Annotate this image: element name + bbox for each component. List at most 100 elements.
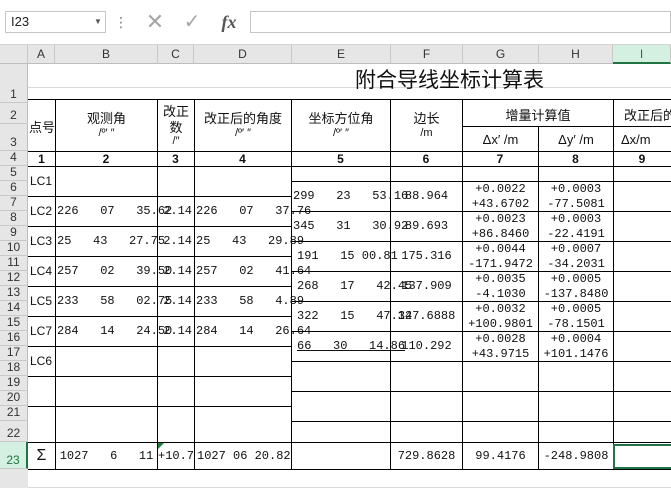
row-header-11[interactable]: 11 xyxy=(0,255,28,271)
column-header-e[interactable]: E xyxy=(292,45,391,64)
correction-cell[interactable]: 2.14 xyxy=(158,286,192,316)
azimuth-cell[interactable]: 322 15 47.34 xyxy=(297,301,412,331)
row-header-19[interactable]: 19 xyxy=(0,375,28,391)
select-all-corner[interactable] xyxy=(0,45,28,64)
enter-icon[interactable]: ✓ xyxy=(180,9,204,35)
sum-corrected-angle[interactable]: 1027 06 20.82 xyxy=(197,443,292,469)
azimuth-cell[interactable]: 345 31 30.92 xyxy=(293,211,408,241)
row-header-4[interactable]: 4 xyxy=(0,150,28,166)
row-header-22[interactable]: 22 xyxy=(0,421,28,442)
dy-value-cell[interactable]: -77.5081 xyxy=(539,196,613,211)
station-name[interactable]: LC2 xyxy=(30,196,55,226)
dx-value-cell[interactable]: -4.1030 xyxy=(463,286,538,301)
column-header-d[interactable]: D xyxy=(194,45,292,64)
side-length-cell[interactable]: 110.292 xyxy=(391,331,462,361)
correction-cell[interactable]: 2.14 xyxy=(158,196,192,226)
dx-correction-cell[interactable]: +0.0022 xyxy=(463,181,538,196)
selected-cell[interactable] xyxy=(613,444,671,469)
row-header-3[interactable]: 3 xyxy=(0,124,28,151)
row-header-23[interactable]: 23 xyxy=(0,442,28,469)
dy-correction-cell[interactable]: +0.0007 xyxy=(539,241,613,256)
side-length-cell[interactable]: 137.909 xyxy=(391,271,462,301)
dx-value-cell[interactable]: +86.8460 xyxy=(463,226,538,241)
corrected-angle-cell[interactable]: 284 14 26.64 xyxy=(196,316,311,346)
sum-dx[interactable]: 99.4176 xyxy=(463,443,538,469)
column-header-b[interactable]: B xyxy=(55,45,158,64)
corrected-angle-cell[interactable]: 25 43 29.89 xyxy=(196,226,304,256)
dy-correction-cell[interactable]: +0.0003 xyxy=(539,181,613,196)
corrected-angle-cell[interactable]: 257 02 41.64 xyxy=(196,256,311,286)
row-header-21[interactable]: 21 xyxy=(0,405,28,421)
side-length-cell[interactable]: 175.316 xyxy=(391,241,462,271)
dy-value-cell[interactable]: -137.8480 xyxy=(539,286,613,301)
row-header-16[interactable]: 16 xyxy=(0,330,28,346)
station-name[interactable]: LC4 xyxy=(30,256,55,286)
station-name[interactable]: LC5 xyxy=(30,286,55,316)
insert-function-icon[interactable]: fx xyxy=(216,9,242,35)
row-header-8[interactable]: 8 xyxy=(0,210,28,226)
row-header-7[interactable]: 7 xyxy=(0,195,28,211)
side-length-cell[interactable]: 88.964 xyxy=(391,181,462,211)
sum-obs-angle[interactable]: 1027 6 11 xyxy=(56,443,157,469)
sum-side-length[interactable]: 729.8628 xyxy=(391,443,462,469)
dy-value-cell[interactable]: +101.1476 xyxy=(539,346,613,361)
dy-value-cell[interactable]: -22.4191 xyxy=(539,226,613,241)
row-header-14[interactable]: 14 xyxy=(0,300,28,316)
sum-symbol[interactable]: Σ xyxy=(28,443,55,469)
station-name[interactable]: LC1 xyxy=(30,166,55,196)
azimuth-cell[interactable]: 66 30 14.86 xyxy=(297,331,405,361)
corrected-angle-cell[interactable]: 226 07 37.76 xyxy=(196,196,311,226)
row-header-9[interactable]: 9 xyxy=(0,225,28,241)
azimuth-cell[interactable]: 191 15 00.81 xyxy=(297,241,398,271)
dy-correction-cell[interactable]: +0.0005 xyxy=(539,271,613,286)
column-header-c[interactable]: C xyxy=(158,45,194,64)
formula-input[interactable] xyxy=(250,11,671,33)
column-header-f[interactable]: F xyxy=(391,45,463,64)
row-header-5[interactable]: 5 xyxy=(0,165,28,181)
obs-angle-cell[interactable]: 233 58 02.75 xyxy=(57,286,172,316)
dy-value-cell[interactable]: -34.2031 xyxy=(539,256,613,271)
dy-value-cell[interactable]: -78.1501 xyxy=(539,316,613,331)
dy-correction-cell[interactable]: +0.0003 xyxy=(539,211,613,226)
corrected-angle-cell[interactable]: 233 58 4.89 xyxy=(196,286,304,316)
obs-angle-cell[interactable]: 284 14 24.50 xyxy=(57,316,172,346)
obs-angle-cell[interactable]: 25 43 27.75 xyxy=(57,226,165,256)
dx-correction-cell[interactable]: +0.0035 xyxy=(463,271,538,286)
station-name[interactable]: LC3 xyxy=(30,226,55,256)
dx-correction-cell[interactable]: +0.0028 xyxy=(463,331,538,346)
sum-correction[interactable]: +10.7 xyxy=(158,443,198,469)
dx-value-cell[interactable]: +100.9801 xyxy=(463,316,538,331)
row-header-13[interactable]: 13 xyxy=(0,285,28,301)
row-header-12[interactable]: 12 xyxy=(0,270,28,286)
azimuth-cell[interactable]: 268 17 42.45 xyxy=(297,271,412,301)
row-header-18[interactable]: 18 xyxy=(0,360,28,376)
dy-correction-cell[interactable]: +0.0004 xyxy=(539,331,613,346)
correction-cell[interactable]: 2.14 xyxy=(158,256,192,286)
row-header-17[interactable]: 17 xyxy=(0,345,28,361)
dx-correction-cell[interactable]: +0.0023 xyxy=(463,211,538,226)
side-length-cell[interactable]: 127.6888 xyxy=(391,301,462,331)
dx-value-cell[interactable]: +43.9715 xyxy=(463,346,538,361)
column-header-a[interactable]: A xyxy=(28,45,55,64)
column-header-h[interactable]: H xyxy=(539,45,613,64)
column-header-i[interactable]: I xyxy=(613,45,671,64)
more-options-icon[interactable]: ⋮ xyxy=(114,11,128,33)
row-header-20[interactable]: 20 xyxy=(0,390,28,406)
obs-angle-cell[interactable]: 226 07 35.62 xyxy=(57,196,172,226)
row-header-2[interactable]: 2 xyxy=(0,103,28,124)
row-header-1[interactable]: 1 xyxy=(0,64,28,103)
dx-correction-cell[interactable]: +0.0032 xyxy=(463,301,538,316)
name-box-dropdown-icon[interactable]: ▼ xyxy=(90,11,106,33)
row-header-10[interactable]: 10 xyxy=(0,240,28,256)
station-name[interactable]: LC6 xyxy=(30,346,55,376)
row-header-15[interactable]: 15 xyxy=(0,315,28,331)
cancel-icon[interactable]: ✕ xyxy=(143,9,167,35)
correction-cell[interactable]: 2.14 xyxy=(158,316,192,346)
row-header-6[interactable]: 6 xyxy=(0,180,28,196)
azimuth-cell[interactable]: 299 23 53.16 xyxy=(293,181,408,211)
sum-dy[interactable]: -248.9808 xyxy=(539,443,613,469)
side-length-cell[interactable]: 89.693 xyxy=(391,211,462,241)
correction-cell[interactable]: 2.14 xyxy=(158,226,192,256)
dx-correction-cell[interactable]: +0.0044 xyxy=(463,241,538,256)
dy-correction-cell[interactable]: +0.0005 xyxy=(539,301,613,316)
